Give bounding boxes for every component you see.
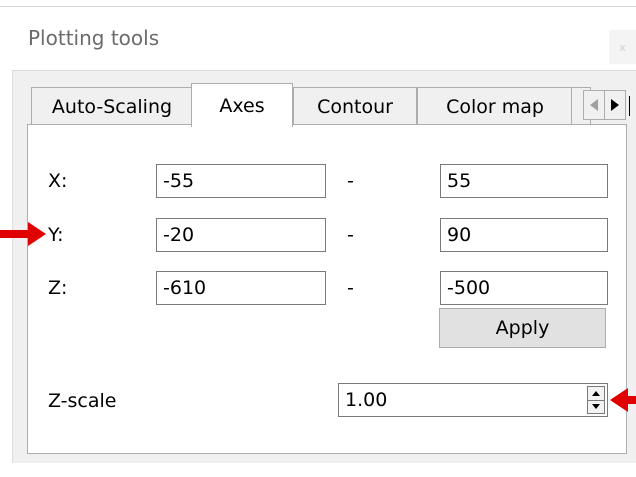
axes-panel: X: - Y: - Z: - Apply Z-scale [27,124,627,454]
tab-label: Auto-Scaling [51,95,173,118]
tab-label: Axes [219,94,265,117]
close-icon: x [619,40,626,54]
arrow-head [28,222,46,246]
tab-scroll-left-button[interactable] [583,90,605,120]
y-max-input[interactable] [440,218,608,252]
x-min-input[interactable] [156,164,326,198]
arrow-head [610,388,628,412]
x-range-separator: - [347,170,354,192]
spin-down-button[interactable] [588,400,604,413]
z-max-input[interactable] [440,271,608,305]
x-label: X: [48,170,68,192]
top-rule [0,6,636,7]
tab-auto-scaling[interactable]: Auto-Scaling [31,87,193,125]
tab-scroll-buttons [583,90,636,122]
spin-up-button[interactable] [588,387,604,401]
triangle-up-icon [592,391,600,396]
z-range-separator: - [347,277,354,299]
red-arrow-icon [610,388,636,412]
triangle-down-icon [592,404,600,409]
apply-button[interactable]: Apply [439,308,606,348]
tab-label: Contour [317,95,393,118]
y-label: Y: [48,224,64,246]
z-min-input[interactable] [156,271,326,305]
window-title: Plotting tools [28,26,160,50]
zscale-label: Z-scale [48,390,117,412]
tab-scroll-right-button[interactable] [604,90,626,120]
zscale-spinbox [338,383,608,417]
tab-axes[interactable]: Axes [191,83,293,127]
arrow-shaft [626,396,636,404]
y-range-separator: - [347,224,354,246]
arrow-shaft [0,230,30,238]
z-label: Z: [48,277,68,299]
y-min-input[interactable] [156,218,326,252]
close-button[interactable]: x [609,30,636,64]
tab-color-map[interactable]: Color map [417,87,573,125]
plotting-tools-window: Auto-Scaling Axes Contour Color map X: -… [12,70,636,463]
zscale-input[interactable] [339,384,589,416]
zscale-spin-buttons [587,386,605,414]
tab-overflow-edge [629,96,630,116]
triangle-right-icon [611,99,619,111]
tab-contour[interactable]: Contour [293,87,417,125]
x-max-input[interactable] [440,164,608,198]
tab-label: Color map [446,95,544,118]
triangle-left-icon [590,99,598,111]
red-arrow-icon [0,222,46,246]
